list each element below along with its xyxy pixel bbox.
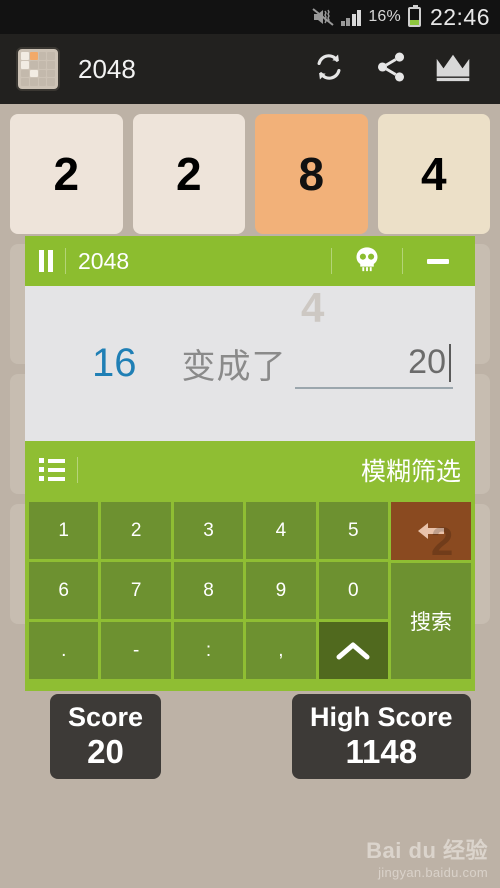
source-value: 16 (92, 341, 137, 385)
tile-value: 8 (298, 148, 325, 200)
ghost-tile-value: 4 (301, 284, 325, 331)
fuzzy-filter-button[interactable]: 模糊筛选 (361, 452, 461, 488)
tile-row: 2 2 8 4 (10, 114, 490, 234)
tile: 2 (132, 114, 245, 234)
search-key[interactable]: 搜索 (391, 562, 471, 679)
key-8[interactable]: 8 (173, 562, 244, 619)
key-hyphen[interactable]: - (101, 622, 171, 679)
pause-icon[interactable] (39, 250, 53, 272)
minimize-button[interactable] (415, 258, 461, 264)
text-caret (449, 343, 451, 382)
keypad-row: 6 7 8 9 0 (29, 562, 389, 619)
score-area: Score 20 High Score 1148 (0, 694, 500, 809)
battery-percent-label: 16% (368, 8, 401, 25)
key-3[interactable]: 3 (173, 502, 244, 559)
chevron-up-icon (336, 641, 370, 661)
key-0[interactable]: 0 (318, 562, 389, 619)
key-7[interactable]: 7 (101, 562, 171, 619)
refresh-icon (312, 50, 346, 89)
keypad: 1 2 3 4 5 6 7 8 9 0 . - : , 2 搜索 (25, 498, 475, 683)
target-input[interactable]: 20 (294, 339, 453, 389)
score-label: Score (68, 702, 144, 732)
action-bar: 2048 (0, 34, 500, 104)
divider (331, 248, 332, 274)
target-value: 20 (408, 343, 446, 381)
skull-icon (353, 245, 381, 278)
tile: 8 (255, 114, 368, 234)
key-2[interactable]: 2 (101, 502, 171, 559)
key-period[interactable]: . (29, 622, 99, 679)
key-colon[interactable]: : (173, 622, 244, 679)
list-icon[interactable] (39, 458, 65, 481)
candidate-bar: 模糊筛选 (25, 441, 475, 498)
keypad-right-column: 2 搜索 (391, 502, 471, 679)
status-bar: 16% 22:46 (0, 0, 500, 34)
ime-header: 2048 (25, 236, 475, 286)
key-6[interactable]: 6 (29, 562, 99, 619)
status-bar-clock: 22:46 (429, 3, 490, 30)
key-comma[interactable]: , (246, 622, 316, 679)
keypad-row: 1 2 3 4 5 (29, 502, 389, 559)
tile-value: 2 (175, 148, 202, 200)
key-1[interactable]: 1 (29, 502, 99, 559)
high-score-value: 1148 (345, 733, 418, 771)
key-9[interactable]: 9 (246, 562, 316, 619)
ime-overlay: 2048 4 16 变成了 20 模糊筛选 1 2 3 4 5 6 7 8 9 … (25, 236, 475, 691)
score-box: Score 20 (50, 694, 162, 779)
crown-icon (434, 50, 472, 89)
skull-button[interactable] (344, 245, 390, 278)
watermark: Bai du 经验 jingyan.baidu.com (366, 833, 488, 880)
keypad-row: . - : , (29, 622, 389, 679)
transform-label: 变成了 (181, 348, 287, 386)
key-5[interactable]: 5 (318, 502, 389, 559)
keypad-main-grid: 1 2 3 4 5 6 7 8 9 0 . - : , (29, 502, 389, 679)
tile-value: 4 (420, 148, 447, 200)
mute-speaker-icon (312, 8, 334, 26)
watermark-main: Bai du 经验 (366, 838, 488, 863)
page-title: 2048 (78, 53, 136, 84)
signal-bars-icon (340, 9, 362, 26)
divider (77, 456, 78, 483)
high-score-label: High Score (310, 702, 453, 732)
divider (402, 248, 403, 274)
tile: 2 (10, 114, 123, 234)
ime-title: 2048 (78, 247, 130, 274)
share-icon (374, 50, 408, 89)
key-4[interactable]: 4 (246, 502, 316, 559)
watermark-sub: jingyan.baidu.com (378, 865, 488, 880)
divider (65, 248, 66, 274)
app-grid-icon (16, 47, 60, 91)
ghost-tile-behind-key: 2 (431, 520, 454, 564)
shift-key[interactable] (318, 622, 389, 679)
score-value: 20 (87, 733, 124, 771)
share-button[interactable] (360, 39, 422, 99)
battery-icon (407, 5, 421, 27)
crown-button[interactable] (422, 39, 484, 99)
high-score-box: High Score 1148 (292, 694, 471, 779)
tile-value: 2 (53, 148, 80, 200)
refresh-button[interactable] (298, 39, 360, 99)
ime-input-area: 4 16 变成了 20 (25, 284, 475, 441)
minimize-icon (427, 258, 449, 264)
tile: 4 (377, 114, 490, 234)
backspace-key[interactable]: 2 (391, 502, 471, 564)
